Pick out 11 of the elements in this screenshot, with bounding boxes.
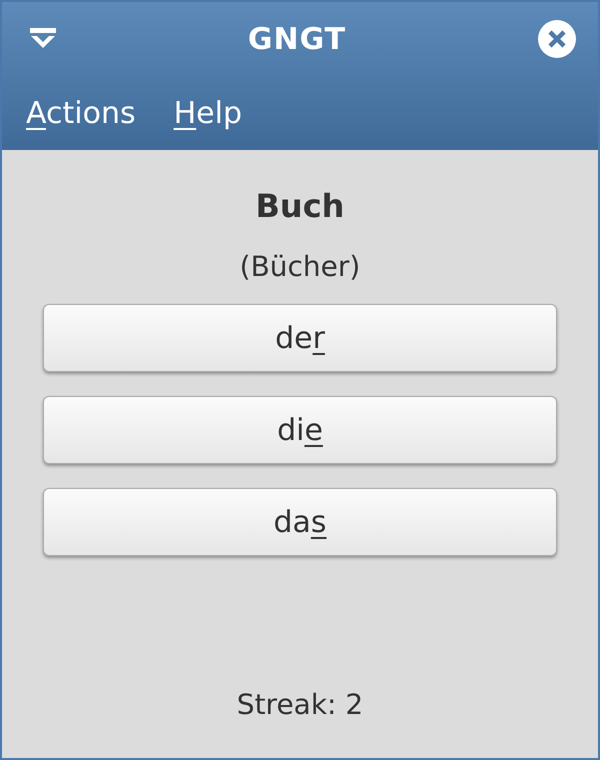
plural-form: (Bücher)	[240, 249, 360, 285]
window-title: GNGT	[248, 20, 346, 58]
close-icon[interactable]	[538, 20, 576, 58]
article-button[interactable]: die	[43, 396, 557, 464]
menu-item[interactable]: Help	[174, 90, 242, 136]
menu-item[interactable]: Actions	[26, 90, 136, 136]
article-button[interactable]: der	[43, 304, 557, 372]
window-menu-icon[interactable]	[30, 28, 56, 50]
article-button[interactable]: das	[43, 488, 557, 556]
streak-counter: Streak: 2	[236, 687, 364, 723]
noun-word: Buch	[256, 186, 344, 227]
